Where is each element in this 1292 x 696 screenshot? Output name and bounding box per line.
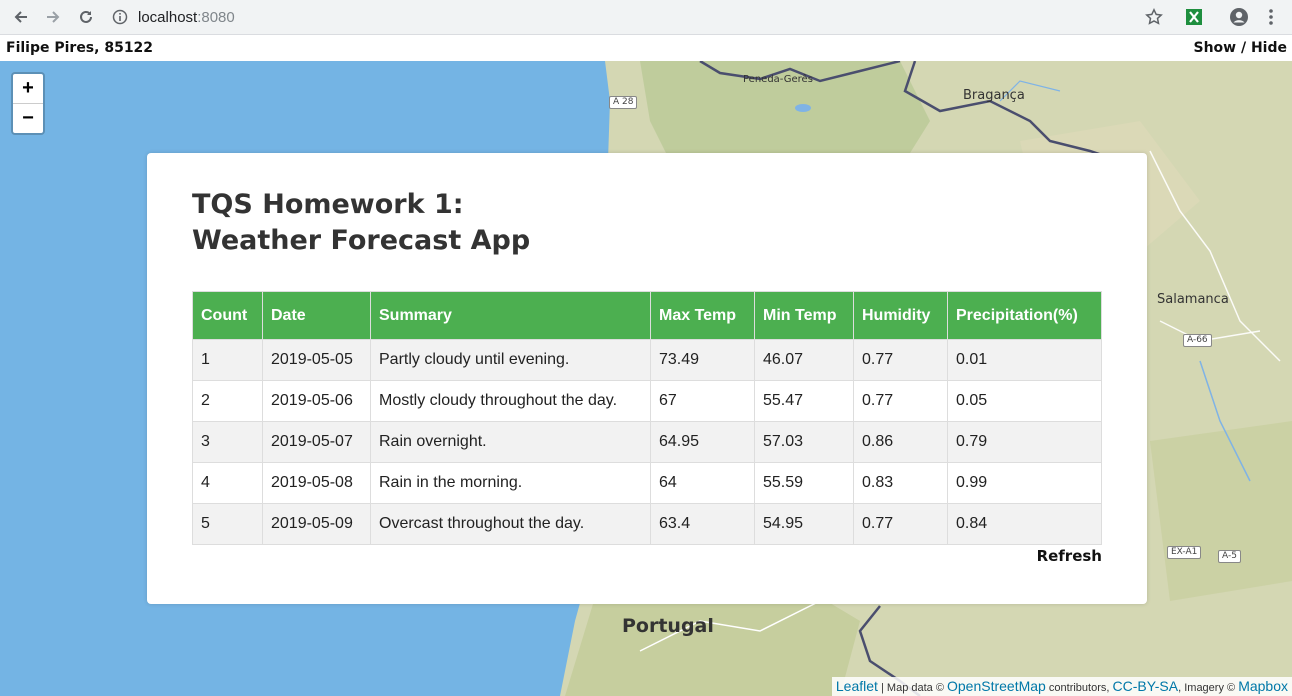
leaflet-link[interactable]: Leaflet (836, 678, 878, 694)
menu-kebab-icon[interactable] (1260, 6, 1282, 28)
road-shield-a5: A-5 (1218, 550, 1241, 563)
table-cell: 0.05 (947, 380, 1102, 422)
table-cell: 55.47 (754, 380, 854, 422)
table-cell: 54.95 (754, 503, 854, 545)
url-port: :8080 (197, 8, 235, 26)
table-cell: Mostly cloudy throughout the day. (370, 380, 651, 422)
table-cell: 2 (192, 380, 263, 422)
table-cell: 0.84 (947, 503, 1102, 545)
account-icon[interactable] (1228, 6, 1250, 28)
road-shield-a28: A 28 (609, 96, 638, 109)
map-attribution: Leaflet | Map data © OpenStreetMap contr… (831, 677, 1292, 696)
forecast-table: Count Date Summary Max Temp Min Temp Hum… (192, 291, 1102, 545)
url-host: localhost (138, 8, 198, 26)
table-cell: 3 (192, 421, 263, 463)
table-cell: 64 (650, 462, 755, 504)
top-bar: Filipe Pires, 85122 Show / Hide (0, 36, 1292, 61)
zoom-in-button[interactable]: + (13, 74, 43, 103)
road-shield-a66: A-66 (1183, 334, 1212, 347)
table-row: 4 2019-05-08 Rain in the morning. 64 55.… (192, 462, 1102, 504)
table-cell: 0.99 (947, 462, 1102, 504)
forecast-panel: TQS Homework 1: Weather Forecast App Cou… (147, 153, 1147, 604)
mapbox-link[interactable]: Mapbox (1238, 678, 1288, 694)
table-cell: 4 (192, 462, 263, 504)
back-icon[interactable] (10, 6, 32, 28)
column-header: Count (192, 291, 263, 340)
attribution-imagery: , Imagery © (1178, 682, 1239, 694)
extension-icon[interactable] (1183, 6, 1205, 28)
zoom-control: + − (11, 72, 45, 135)
title-line-1: TQS Homework 1: (192, 189, 464, 220)
table-row: 3 2019-05-07 Rain overnight. 64.95 57.03… (192, 421, 1102, 463)
page-title: TQS Homework 1: Weather Forecast App (192, 187, 530, 259)
osm-link[interactable]: OpenStreetMap (947, 678, 1046, 694)
table-cell: 73.49 (650, 339, 755, 381)
table-cell: 46.07 (754, 339, 854, 381)
table-row: 2 2019-05-06 Mostly cloudy throughout th… (192, 380, 1102, 422)
table-cell: Rain in the morning. (370, 462, 651, 504)
table-cell: 0.77 (853, 503, 948, 545)
table-cell: 2019-05-06 (262, 380, 371, 422)
table-cell: 57.03 (754, 421, 854, 463)
table-cell: 0.77 (853, 339, 948, 381)
map-label-portugal: Portugal (622, 615, 714, 637)
table-cell: 0.83 (853, 462, 948, 504)
table-cell: 1 (192, 339, 263, 381)
forward-icon[interactable] (42, 6, 64, 28)
column-header: Summary (370, 291, 651, 340)
table-cell: 64.95 (650, 421, 755, 463)
title-line-2: Weather Forecast App (192, 225, 531, 256)
table-header-row: Count Date Summary Max Temp Min Temp Hum… (192, 291, 1102, 340)
info-icon (112, 9, 128, 25)
column-header: Date (262, 291, 371, 340)
column-header: Max Temp (650, 291, 755, 340)
table-cell: 2019-05-05 (262, 339, 371, 381)
table-cell: Rain overnight. (370, 421, 651, 463)
column-header: Precipitation(%) (947, 291, 1102, 340)
refresh-button[interactable]: Refresh (1037, 547, 1102, 565)
table-cell: 5 (192, 503, 263, 545)
bookmark-star-icon[interactable] (1143, 6, 1165, 28)
column-header: Humidity (853, 291, 948, 340)
map-label-salamanca: Salamanca (1157, 292, 1229, 307)
attribution-contributors: contributors, (1045, 682, 1113, 694)
map-label-braganca: Bragança (963, 88, 1025, 103)
road-shield-exa1: EX-A1 (1167, 546, 1202, 559)
table-cell: Overcast throughout the day. (370, 503, 651, 545)
author-label: Filipe Pires, 85122 (6, 40, 154, 56)
table-cell: 55.59 (754, 462, 854, 504)
table-cell: 67 (650, 380, 755, 422)
table-cell: 0.86 (853, 421, 948, 463)
table-cell: 2019-05-07 (262, 421, 371, 463)
attribution-sep: | Map data © (877, 682, 947, 694)
table-row: 5 2019-05-09 Overcast throughout the day… (192, 503, 1102, 545)
table-row: 1 2019-05-05 Partly cloudy until evening… (192, 339, 1102, 381)
table-cell: 63.4 (650, 503, 755, 545)
zoom-out-button[interactable]: − (13, 103, 43, 133)
table-cell: 0.79 (947, 421, 1102, 463)
license-link[interactable]: CC-BY-SA (1112, 678, 1178, 694)
address-bar[interactable]: localhost:8080 (112, 4, 235, 30)
table-cell: 2019-05-08 (262, 462, 371, 504)
table-cell: 2019-05-09 (262, 503, 371, 545)
table-cell: Partly cloudy until evening. (370, 339, 651, 381)
column-header: Min Temp (754, 291, 854, 340)
map-label-peneda: Peneda-Gerês (743, 74, 813, 85)
table-cell: 0.01 (947, 339, 1102, 381)
browser-toolbar: localhost:8080 (0, 0, 1292, 35)
reload-icon[interactable] (75, 6, 97, 28)
show-hide-toggle[interactable]: Show / Hide (1194, 40, 1288, 56)
table-cell: 0.77 (853, 380, 948, 422)
